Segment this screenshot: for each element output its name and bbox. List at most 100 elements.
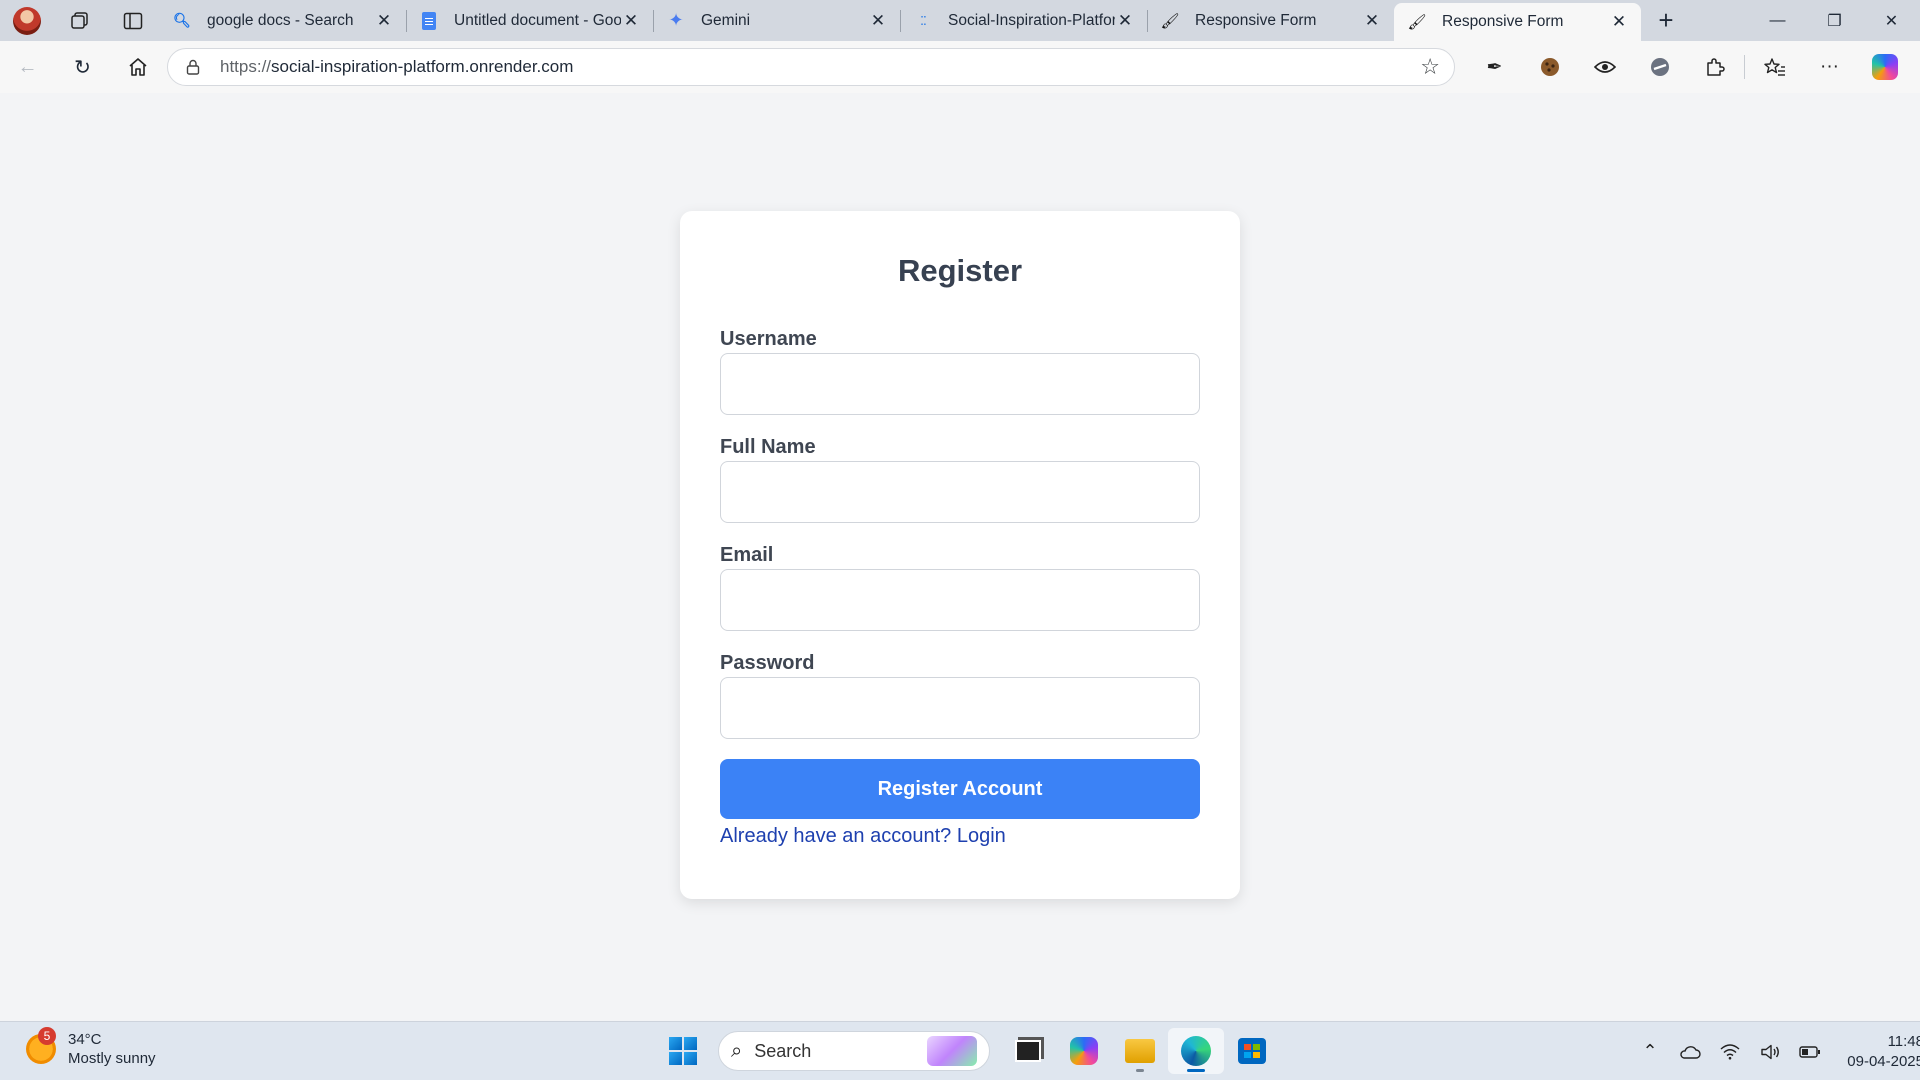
refresh-icon[interactable]: ↻ <box>55 41 110 93</box>
store-icon <box>1238 1038 1266 1064</box>
favorite-star-icon[interactable]: ☆ <box>1420 54 1440 80</box>
tab-title: google docs - Search <box>207 11 354 29</box>
close-icon[interactable]: ✕ <box>621 11 641 31</box>
lock-icon[interactable] <box>182 57 204 77</box>
start-button[interactable] <box>660 1028 706 1074</box>
username-field-group: Username <box>720 325 1200 415</box>
weather-widget[interactable]: 5 34°C Mostly sunny <box>26 1027 156 1068</box>
close-window-icon[interactable]: ✕ <box>1863 0 1920 41</box>
username-input[interactable] <box>720 353 1200 415</box>
copilot-icon <box>1070 1037 1098 1065</box>
tab-title: Gemini <box>701 11 751 29</box>
tab-title: Social-Inspiration-Platfor <box>948 11 1115 29</box>
address-bar[interactable]: https://social-inspiration-platform.onre… <box>167 48 1455 86</box>
close-icon[interactable]: ✕ <box>374 11 394 31</box>
blocker-extension-icon[interactable] <box>1632 41 1687 93</box>
password-label: Password <box>720 652 815 674</box>
register-card: Register Username Full Name Email Passwo… <box>680 211 1240 899</box>
url-protocol: https:// <box>220 57 272 76</box>
url-host: social-inspiration-platform.onrender.com <box>271 57 574 76</box>
url-text[interactable]: https://social-inspiration-platform.onre… <box>220 57 1420 77</box>
windows-taskbar: 5 34°C Mostly sunny ⌕ Search ⌃ 11:48 09-… <box>0 1021 1920 1080</box>
minimize-icon[interactable]: — <box>1749 0 1806 41</box>
page-title: Register <box>897 253 1023 288</box>
toolbar-divider <box>1744 55 1745 79</box>
extensions-puzzle-icon[interactable] <box>1687 41 1742 93</box>
full-name-input[interactable] <box>720 461 1200 523</box>
copilot-icon[interactable] <box>1857 41 1912 93</box>
search-highlight-icon <box>927 1036 977 1066</box>
browser-tab[interactable]: ⁚⁚ Social-Inspiration-Platfor ✕ <box>900 0 1147 41</box>
search-icon: ⌕ <box>731 1039 743 1062</box>
page-viewport: Register Username Full Name Email Passwo… <box>4 93 1920 1017</box>
search-icon: 🔍︎ <box>173 12 191 28</box>
register-account-button[interactable]: Register Account <box>720 759 1200 819</box>
system-tray: ⌃ 11:48 09-04-2025 <box>1630 1022 1920 1080</box>
brush-icon: 🖌︎ <box>1407 14 1427 31</box>
edge-browser-button[interactable] <box>1168 1028 1224 1074</box>
full-name-field-group: Full Name <box>720 433 1200 523</box>
clock-time: 11:48 <box>1887 1032 1920 1050</box>
battery-icon[interactable] <box>1790 1045 1830 1059</box>
cookie-extension-icon[interactable] <box>1522 41 1577 93</box>
vertical-tabs-icon[interactable] <box>106 0 159 41</box>
browser-tab[interactable]: 🔍︎ google docs - Search ✕ <box>159 0 406 41</box>
tab-title: Responsive Form <box>1442 13 1564 30</box>
task-view-icon <box>1015 1040 1041 1062</box>
email-field-group: Email <box>720 541 1200 631</box>
edge-icon <box>1181 1036 1211 1066</box>
profile-avatar[interactable] <box>0 0 53 41</box>
email-label: Email <box>720 544 774 566</box>
login-link[interactable]: Already have an account? Login <box>720 825 1200 848</box>
copilot-app-button[interactable] <box>1056 1028 1112 1074</box>
clock[interactable]: 11:48 09-04-2025 <box>1842 1032 1920 1072</box>
taskbar-search[interactable]: ⌕ Search <box>718 1031 990 1071</box>
email-input[interactable] <box>720 569 1200 631</box>
color-picker-extension-icon[interactable]: ✒ <box>1467 41 1522 93</box>
volume-icon[interactable] <box>1750 1044 1790 1060</box>
close-icon[interactable]: ✕ <box>868 11 888 31</box>
sun-icon: 5 <box>26 1027 56 1064</box>
workspaces-icon[interactable] <box>53 0 106 41</box>
onedrive-icon[interactable] <box>1670 1044 1710 1060</box>
chevron-up-icon[interactable]: ⌃ <box>1630 1041 1670 1062</box>
brush-icon: 🖌︎ <box>1160 12 1180 30</box>
full-name-label: Full Name <box>720 436 816 458</box>
task-view-button[interactable] <box>1000 1028 1056 1074</box>
close-icon[interactable]: ✕ <box>1609 12 1629 32</box>
new-tab-button[interactable]: + <box>1641 0 1691 41</box>
browser-toolbar: ← ↻ https://social-inspiration-platform.… <box>0 41 1920 93</box>
microsoft-store-button[interactable] <box>1224 1028 1280 1074</box>
dots-icon: ⁚⁚ <box>920 13 927 28</box>
gemini-icon: ✦ <box>668 10 684 30</box>
temperature-text: 34°C <box>68 1031 102 1048</box>
password-field-group: Password <box>720 649 1200 739</box>
username-label: Username <box>720 328 817 350</box>
more-menu-icon[interactable]: ··· <box>1802 41 1857 93</box>
password-input[interactable] <box>720 677 1200 739</box>
eye-extension-icon[interactable] <box>1577 41 1632 93</box>
browser-tab[interactable]: ✦ Gemini ✕ <box>653 0 900 41</box>
search-placeholder: Search <box>754 1040 812 1061</box>
browser-tab-active[interactable]: 🖌︎ Responsive Form ✕ <box>1394 3 1641 41</box>
browser-tab[interactable]: Untitled document - Goo ✕ <box>406 0 653 41</box>
google-docs-icon <box>420 11 438 30</box>
close-icon[interactable]: ✕ <box>1115 11 1135 31</box>
file-explorer-button[interactable] <box>1112 1028 1168 1074</box>
form-fields: Username Full Name Email Password <box>720 325 1200 739</box>
notification-badge: 5 <box>38 1027 56 1045</box>
clock-date: 09-04-2025 <box>1847 1052 1920 1070</box>
wifi-icon[interactable] <box>1710 1043 1750 1060</box>
home-icon[interactable] <box>110 41 165 93</box>
tab-title: Responsive Form <box>1195 11 1317 29</box>
tab-title: Untitled document - Goo <box>454 11 621 29</box>
folder-icon <box>1125 1039 1155 1063</box>
close-icon[interactable]: ✕ <box>1362 11 1382 31</box>
back-icon[interactable]: ← <box>0 41 55 93</box>
weather-description: Mostly sunny <box>68 1050 156 1067</box>
restore-icon[interactable]: ❐ <box>1806 0 1863 41</box>
favorites-icon[interactable] <box>1747 41 1802 93</box>
windows-logo-icon <box>669 1037 697 1065</box>
browser-tab[interactable]: 🖌︎ Responsive Form ✕ <box>1147 0 1394 41</box>
browser-tab-bar: 🔍︎ google docs - Search ✕ Untitled docum… <box>0 0 1920 41</box>
